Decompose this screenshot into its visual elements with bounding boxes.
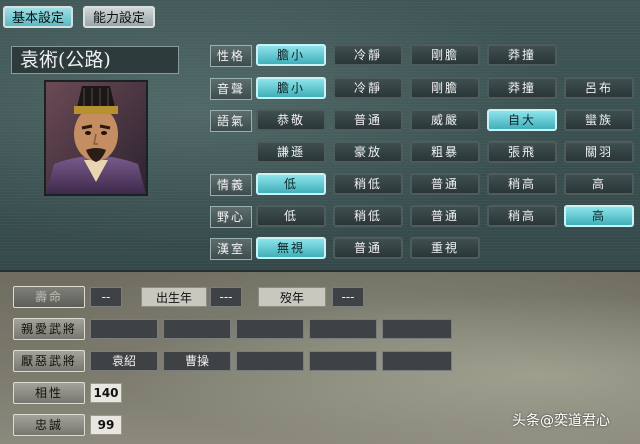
label-han-court: 漢室 xyxy=(210,238,252,260)
voice-option-3[interactable]: 剛膽 xyxy=(410,77,480,99)
voice-option-1[interactable]: 膽小 xyxy=(256,77,326,99)
label-tone: 語氣 xyxy=(210,110,252,132)
tone-option-1[interactable]: 恭敬 xyxy=(256,109,326,131)
personality-option-reckless[interactable]: 莽撞 xyxy=(487,44,557,66)
loyalty-sense-option-low[interactable]: 低 xyxy=(256,173,326,195)
favored-officer-slot-2[interactable] xyxy=(163,319,231,339)
tone-option-2[interactable]: 普通 xyxy=(333,109,403,131)
death-year-label: 歿年 xyxy=(258,287,326,307)
death-year-value[interactable]: --- xyxy=(332,287,364,307)
character-edit-screen: 基本設定 能力設定 袁術(公路) 性格 膽小 冷靜 剛膽 莽撞 音聲 膽小 冷靜… xyxy=(0,0,640,444)
tone-option-5[interactable]: 蠻族 xyxy=(564,109,634,131)
favored-officers-label: 親愛武將 xyxy=(13,318,85,340)
personality-option-calm[interactable]: 冷靜 xyxy=(333,44,403,66)
loyalty-sense-option-slightly-high[interactable]: 稍高 xyxy=(487,173,557,195)
favored-officer-slot-5[interactable] xyxy=(382,319,452,339)
ambition-option-high[interactable]: 高 xyxy=(564,205,634,227)
portrait-image xyxy=(46,82,146,194)
tab-ability-settings[interactable]: 能力設定 xyxy=(83,6,155,28)
loyalty-value[interactable]: 99 xyxy=(90,415,122,435)
loyalty-sense-option-normal[interactable]: 普通 xyxy=(410,173,480,195)
tone-option-10[interactable]: 關羽 xyxy=(564,141,634,163)
tone-option-4[interactable]: 自大 xyxy=(487,109,557,131)
disliked-officer-slot-2[interactable]: 曹操 xyxy=(163,351,231,371)
tone-option-8[interactable]: 粗暴 xyxy=(410,141,480,163)
voice-option-5[interactable]: 呂布 xyxy=(564,77,634,99)
disliked-officer-slot-3[interactable] xyxy=(236,351,304,371)
han-court-option-normal[interactable]: 普通 xyxy=(333,237,403,259)
watermark-text: 头条@奕道君心 xyxy=(512,413,610,429)
tone-option-9[interactable]: 張飛 xyxy=(487,141,557,163)
loyalty-sense-option-high[interactable]: 高 xyxy=(564,173,634,195)
ambition-option-normal[interactable]: 普通 xyxy=(410,205,480,227)
disliked-officer-slot-1[interactable]: 袁紹 xyxy=(90,351,158,371)
disliked-officers-label: 厭惡武將 xyxy=(13,350,85,372)
birth-year-label: 出生年 xyxy=(141,287,207,307)
personality-option-timid[interactable]: 膽小 xyxy=(256,44,326,66)
voice-option-4[interactable]: 莽撞 xyxy=(487,77,557,99)
label-loyalty-sense: 情義 xyxy=(210,174,252,196)
favored-officer-slot-3[interactable] xyxy=(236,319,304,339)
voice-option-2[interactable]: 冷靜 xyxy=(333,77,403,99)
character-name: 袁術(公路) xyxy=(11,46,179,74)
favored-officer-slot-1[interactable] xyxy=(90,319,158,339)
label-voice: 音聲 xyxy=(210,78,252,100)
han-court-option-value[interactable]: 重視 xyxy=(410,237,480,259)
han-court-option-ignore[interactable]: 無視 xyxy=(256,237,326,259)
loyalty-sense-option-slightly-low[interactable]: 稍低 xyxy=(333,173,403,195)
ambition-option-low[interactable]: 低 xyxy=(256,205,326,227)
compatibility-value[interactable]: 140 xyxy=(90,383,122,403)
ambition-option-slightly-high[interactable]: 稍高 xyxy=(487,205,557,227)
tone-option-3[interactable]: 威嚴 xyxy=(410,109,480,131)
label-personality: 性格 xyxy=(210,45,252,67)
disliked-officer-slot-5[interactable] xyxy=(382,351,452,371)
loyalty-label: 忠誠 xyxy=(13,414,85,436)
tone-option-6[interactable]: 謙遜 xyxy=(256,141,326,163)
compatibility-label: 相性 xyxy=(13,382,85,404)
favored-officer-slot-4[interactable] xyxy=(309,319,377,339)
birth-year-value[interactable]: --- xyxy=(210,287,242,307)
lifespan-label: 壽命 xyxy=(13,286,85,308)
disliked-officer-slot-4[interactable] xyxy=(309,351,377,371)
character-portrait xyxy=(44,80,148,196)
personality-option-bold[interactable]: 剛膽 xyxy=(410,44,480,66)
tone-option-7[interactable]: 豪放 xyxy=(333,141,403,163)
ambition-option-slightly-low[interactable]: 稍低 xyxy=(333,205,403,227)
tab-basic-settings[interactable]: 基本設定 xyxy=(3,6,73,28)
label-ambition: 野心 xyxy=(210,206,252,228)
lifespan-value[interactable]: -- xyxy=(90,287,122,307)
